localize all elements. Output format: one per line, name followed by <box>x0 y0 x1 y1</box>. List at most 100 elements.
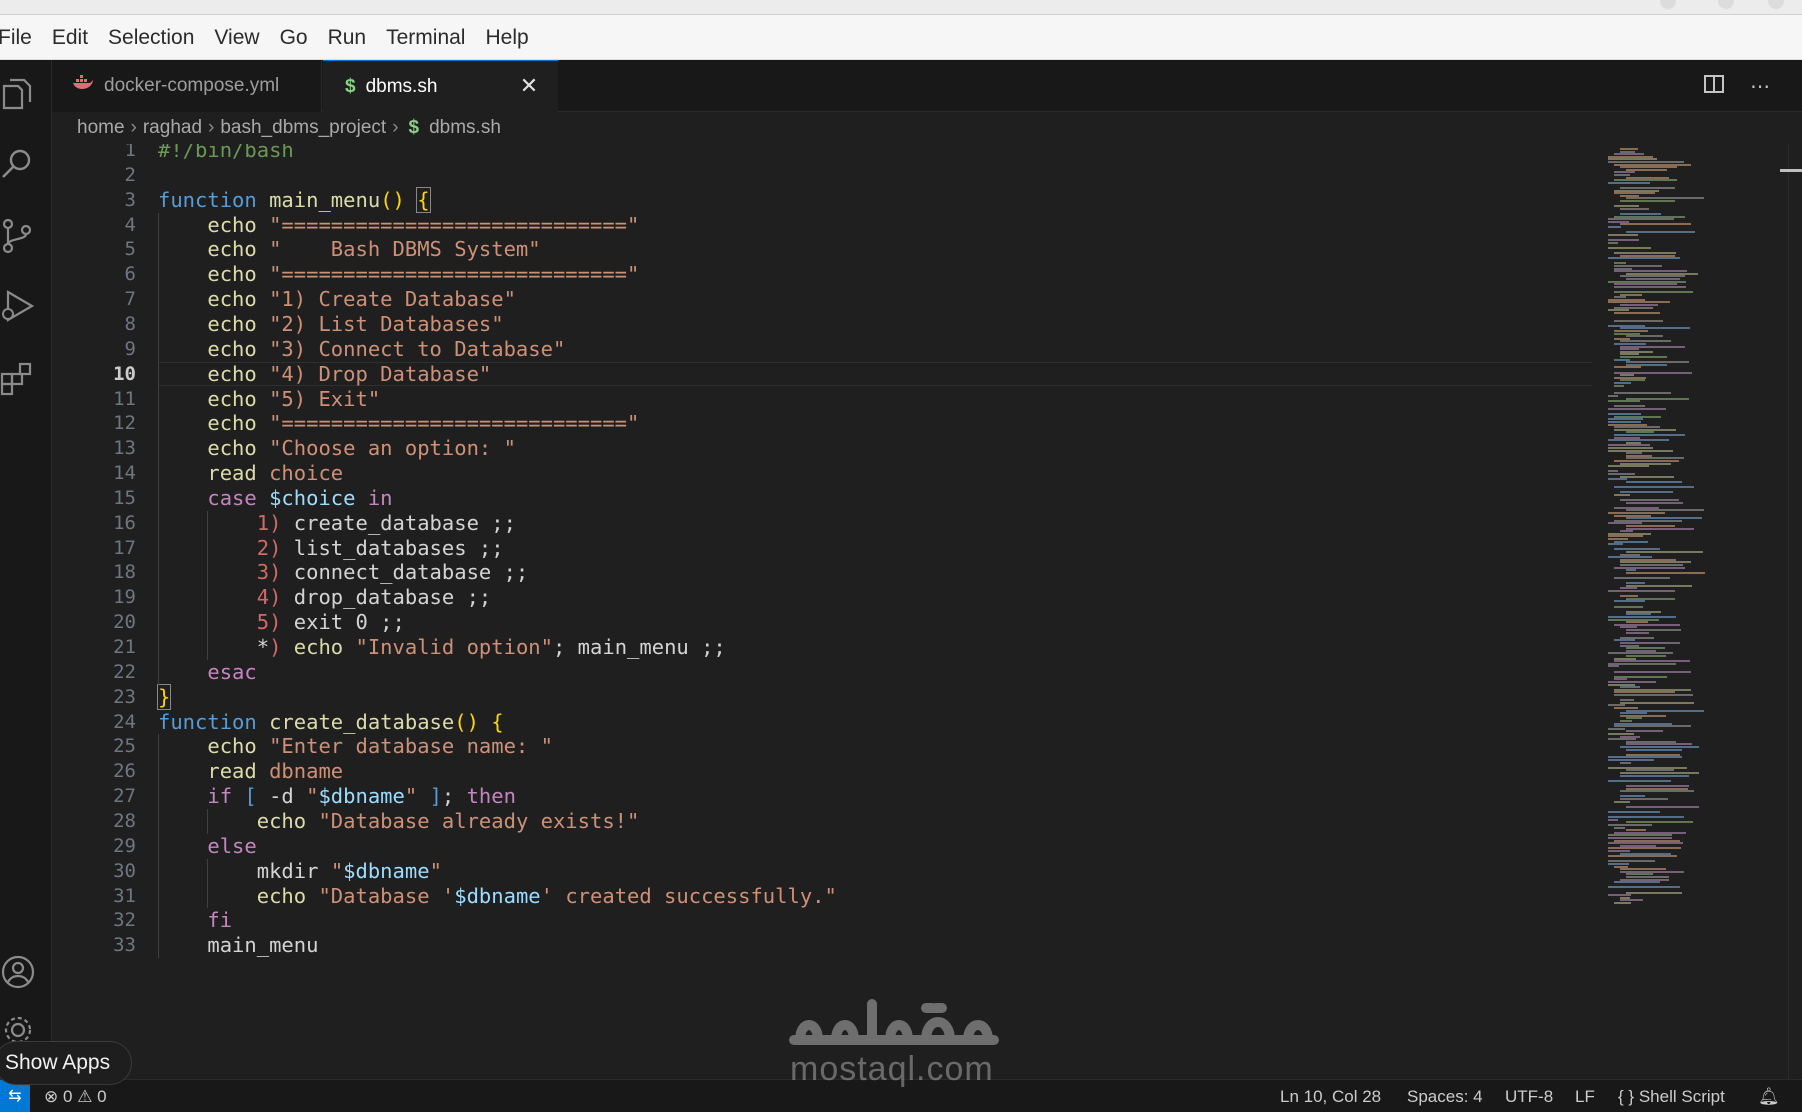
code-line[interactable]: echo "4) Drop Database" <box>158 362 491 387</box>
menu-run[interactable]: Run <box>318 15 377 60</box>
code-line[interactable]: read choice <box>158 461 343 486</box>
breadcrumb-raghad[interactable]: raghad <box>143 117 202 139</box>
code-token: choice <box>269 461 344 486</box>
source-control-icon[interactable] <box>0 216 36 256</box>
run-debug-icon[interactable] <box>0 286 36 326</box>
show-apps-tooltip[interactable]: Show Apps <box>0 1041 132 1085</box>
code-editor[interactable]: 1 2 3 4 5 6 7 8 9 10 11 12 13 14 15 16 17 18 19 20 21 22 23 24 2… <box>52 144 1802 1079</box>
minimap-line <box>1614 311 1660 314</box>
code-line[interactable]: read dbname <box>158 759 343 784</box>
code-line[interactable]: *) echo "Invalid option"; main_menu ;; <box>158 635 726 660</box>
line-number: 10 <box>113 362 136 385</box>
encoding[interactable]: UTF-8 <box>1505 1080 1553 1112</box>
code-line[interactable]: #!/bin/bash <box>158 144 294 163</box>
cursor-position[interactable]: Ln 10, Col 28 <box>1280 1080 1381 1112</box>
code-line[interactable]: function create_database() { <box>158 710 504 735</box>
language-mode[interactable]: { } Shell Script <box>1618 1080 1725 1112</box>
code-line[interactable]: echo "1) Create Database" <box>158 287 516 312</box>
minimap-line <box>1608 811 1660 813</box>
editor-tab-bar: docker-compose.yml $ dbms.sh ✕ ⋯ <box>52 60 1802 112</box>
minimap-line <box>1626 805 1700 808</box>
code-line[interactable]: else <box>158 834 256 859</box>
minimap[interactable] <box>1592 144 1802 1079</box>
code-token: "2) List Databases" <box>269 311 504 336</box>
code-line[interactable]: mkdir "$dbname" <box>158 859 442 884</box>
code-line[interactable]: echo "5) Exit" <box>158 387 380 412</box>
code-line[interactable]: echo " Bash DBMS System" <box>158 237 541 262</box>
menu-file[interactable]: File <box>0 15 42 60</box>
more-actions-icon[interactable]: ⋯ <box>1748 74 1772 98</box>
indentation[interactable]: Spaces: 4 <box>1407 1080 1483 1112</box>
notifications-bell-icon[interactable]: 🔔︎ <box>1758 1080 1780 1112</box>
code-line[interactable]: 3) connect_database ;; <box>158 560 529 585</box>
tab-dbms-sh[interactable]: $ dbms.sh ✕ <box>323 60 558 112</box>
code-line[interactable]: echo "============================" <box>158 213 639 238</box>
minimap-line <box>1614 800 1630 803</box>
code-line[interactable]: echo "Choose an option: " <box>158 436 516 461</box>
minimap-line <box>1614 392 1671 395</box>
search-icon[interactable] <box>0 144 36 184</box>
code-line[interactable]: echo "3) Connect to Database" <box>158 337 565 362</box>
code-line[interactable]: echo "Enter database name: " <box>158 734 553 759</box>
breadcrumb-project[interactable]: bash_dbms_project <box>220 117 386 139</box>
code-line[interactable]: echo "Database '$dbname' created success… <box>158 884 837 909</box>
menu-help[interactable]: Help <box>475 15 538 60</box>
window-close-icon[interactable] <box>1768 0 1784 9</box>
code-line[interactable]: echo "Database already exists!" <box>158 809 640 834</box>
end-of-line[interactable]: LF <box>1575 1080 1595 1112</box>
accounts-icon[interactable] <box>0 952 36 992</box>
code-line[interactable]: function main_menu() { <box>158 186 431 213</box>
code-line[interactable]: echo "2) List Databases" <box>158 311 504 337</box>
code-area[interactable]: #!/bin/bash function main_menu() { echo "… <box>156 144 1648 1079</box>
line-number: 17 <box>113 536 136 559</box>
code-line[interactable]: 5) exit 0 ;; <box>158 610 405 635</box>
menu-view[interactable]: View <box>204 15 269 60</box>
tab-docker-compose[interactable]: docker-compose.yml <box>52 60 322 112</box>
minimap-line <box>1608 233 1638 236</box>
code-token: main_menu <box>207 933 319 958</box>
code-token: " <box>429 858 442 883</box>
extensions-icon[interactable] <box>0 358 36 398</box>
split-editor-icon[interactable] <box>1702 74 1726 98</box>
menu-selection[interactable]: Selection <box>98 15 204 60</box>
code-token: " Bash DBMS System" <box>269 237 541 262</box>
menu-edit[interactable]: Edit <box>42 15 98 60</box>
breadcrumb-file[interactable]: dbms.sh <box>429 117 501 139</box>
code-token: "Invalid option" <box>355 635 553 659</box>
code-line[interactable]: if [ -d "$dbname" ]; then <box>158 784 516 809</box>
menu-go[interactable]: Go <box>270 15 318 60</box>
code-line[interactable]: 1) create_database ;; <box>158 511 516 536</box>
code-line[interactable]: main_menu <box>158 933 318 958</box>
warning-count: 0 <box>97 1087 107 1106</box>
code-line[interactable]: } <box>156 683 172 710</box>
code-line[interactable]: 2) list_databases ;; <box>158 536 504 561</box>
code-token: "4) Drop Database" <box>269 361 492 386</box>
minimap-line <box>1620 223 1691 226</box>
close-icon[interactable]: ✕ <box>516 73 542 99</box>
window-maximize-icon[interactable] <box>1718 0 1734 9</box>
minimap-line <box>1614 694 1693 696</box>
code-line[interactable]: echo "============================" <box>158 262 639 287</box>
watermark-text: mostaql.com <box>790 1050 994 1088</box>
breadcrumb-home[interactable]: home <box>77 117 125 139</box>
vertical-scrollbar[interactable] <box>1788 144 1802 1079</box>
code-line[interactable]: fi <box>158 908 232 933</box>
explorer-icon[interactable] <box>0 74 36 114</box>
window-minimize-icon[interactable] <box>1660 0 1676 9</box>
code-line[interactable]: esac <box>158 660 256 685</box>
code-line[interactable]: case $choice in <box>158 486 392 511</box>
menu-terminal[interactable]: Terminal <box>376 15 475 60</box>
code-line[interactable]: echo "============================" <box>158 411 639 436</box>
code-token: echo <box>207 336 257 361</box>
